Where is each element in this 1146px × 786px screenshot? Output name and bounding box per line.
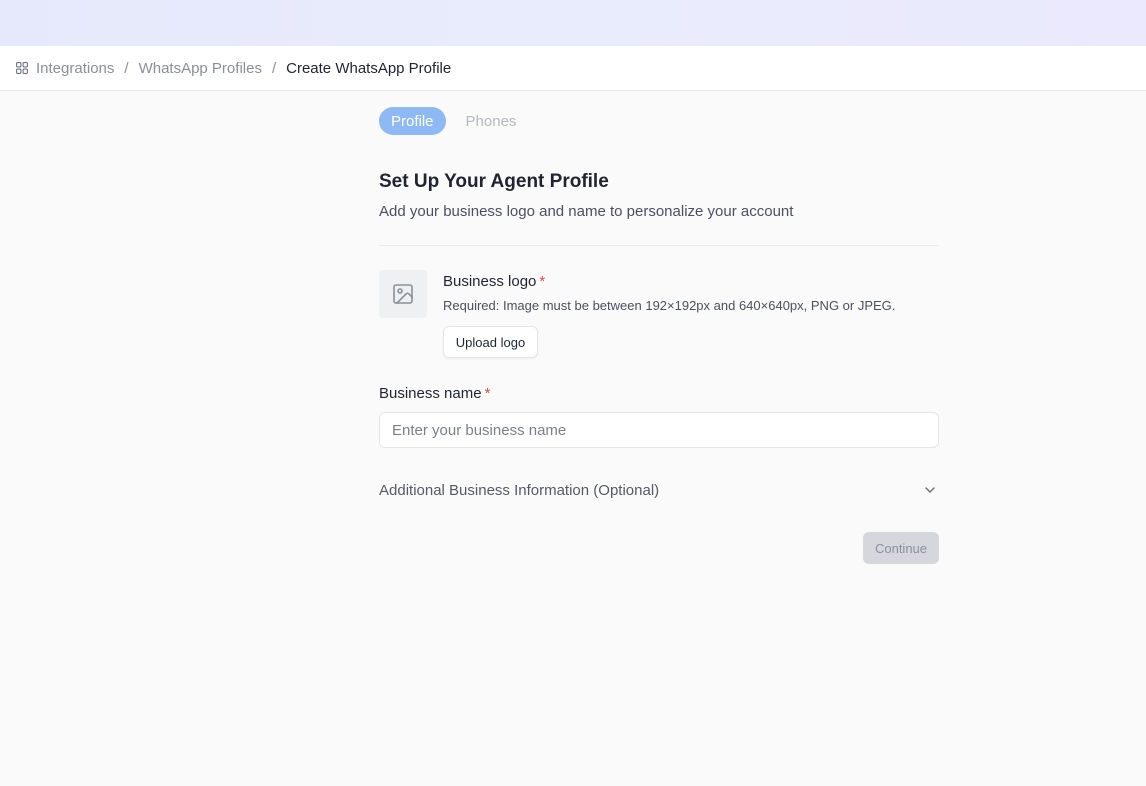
upload-logo-button[interactable]: Upload logo — [443, 326, 538, 358]
grid-icon — [16, 62, 28, 74]
required-mark: * — [539, 273, 546, 290]
breadcrumb-current: Create WhatsApp Profile — [286, 59, 452, 77]
section-divider — [379, 245, 939, 246]
additional-info-accordion[interactable]: Additional Business Information (Optiona… — [379, 477, 939, 503]
business-name-label-text: Business name — [379, 385, 482, 402]
business-name-input[interactable] — [379, 412, 939, 448]
tab-profile[interactable]: Profile — [379, 107, 446, 135]
breadcrumb: Integrations / WhatsApp Profiles / Creat… — [0, 46, 1146, 91]
breadcrumb-whatsapp-profiles[interactable]: WhatsApp Profiles — [139, 60, 262, 77]
required-mark: * — [484, 385, 491, 402]
breadcrumb-separator: / — [271, 59, 277, 77]
tab-phones[interactable]: Phones — [466, 107, 517, 135]
business-name-label: Business name * — [379, 385, 490, 402]
page-subtitle: Add your business logo and name to perso… — [379, 203, 794, 220]
page-title: Set Up Your Agent Profile — [379, 171, 609, 192]
image-icon — [391, 282, 415, 306]
business-logo-label-text: Business logo — [443, 273, 537, 290]
logo-requirements-text: Required: Image must be between 192×192p… — [443, 298, 896, 313]
top-banner — [0, 0, 1146, 46]
logo-preview — [379, 270, 427, 318]
breadcrumb-separator: / — [124, 59, 129, 77]
business-logo-label: Business logo * — [443, 273, 545, 290]
step-tabs: Profile Phones — [379, 107, 516, 135]
continue-button[interactable]: Continue — [863, 532, 939, 564]
breadcrumb-integrations[interactable]: Integrations — [36, 60, 114, 77]
additional-info-label: Additional Business Information (Optiona… — [379, 481, 660, 499]
chevron-down-icon — [923, 483, 937, 497]
